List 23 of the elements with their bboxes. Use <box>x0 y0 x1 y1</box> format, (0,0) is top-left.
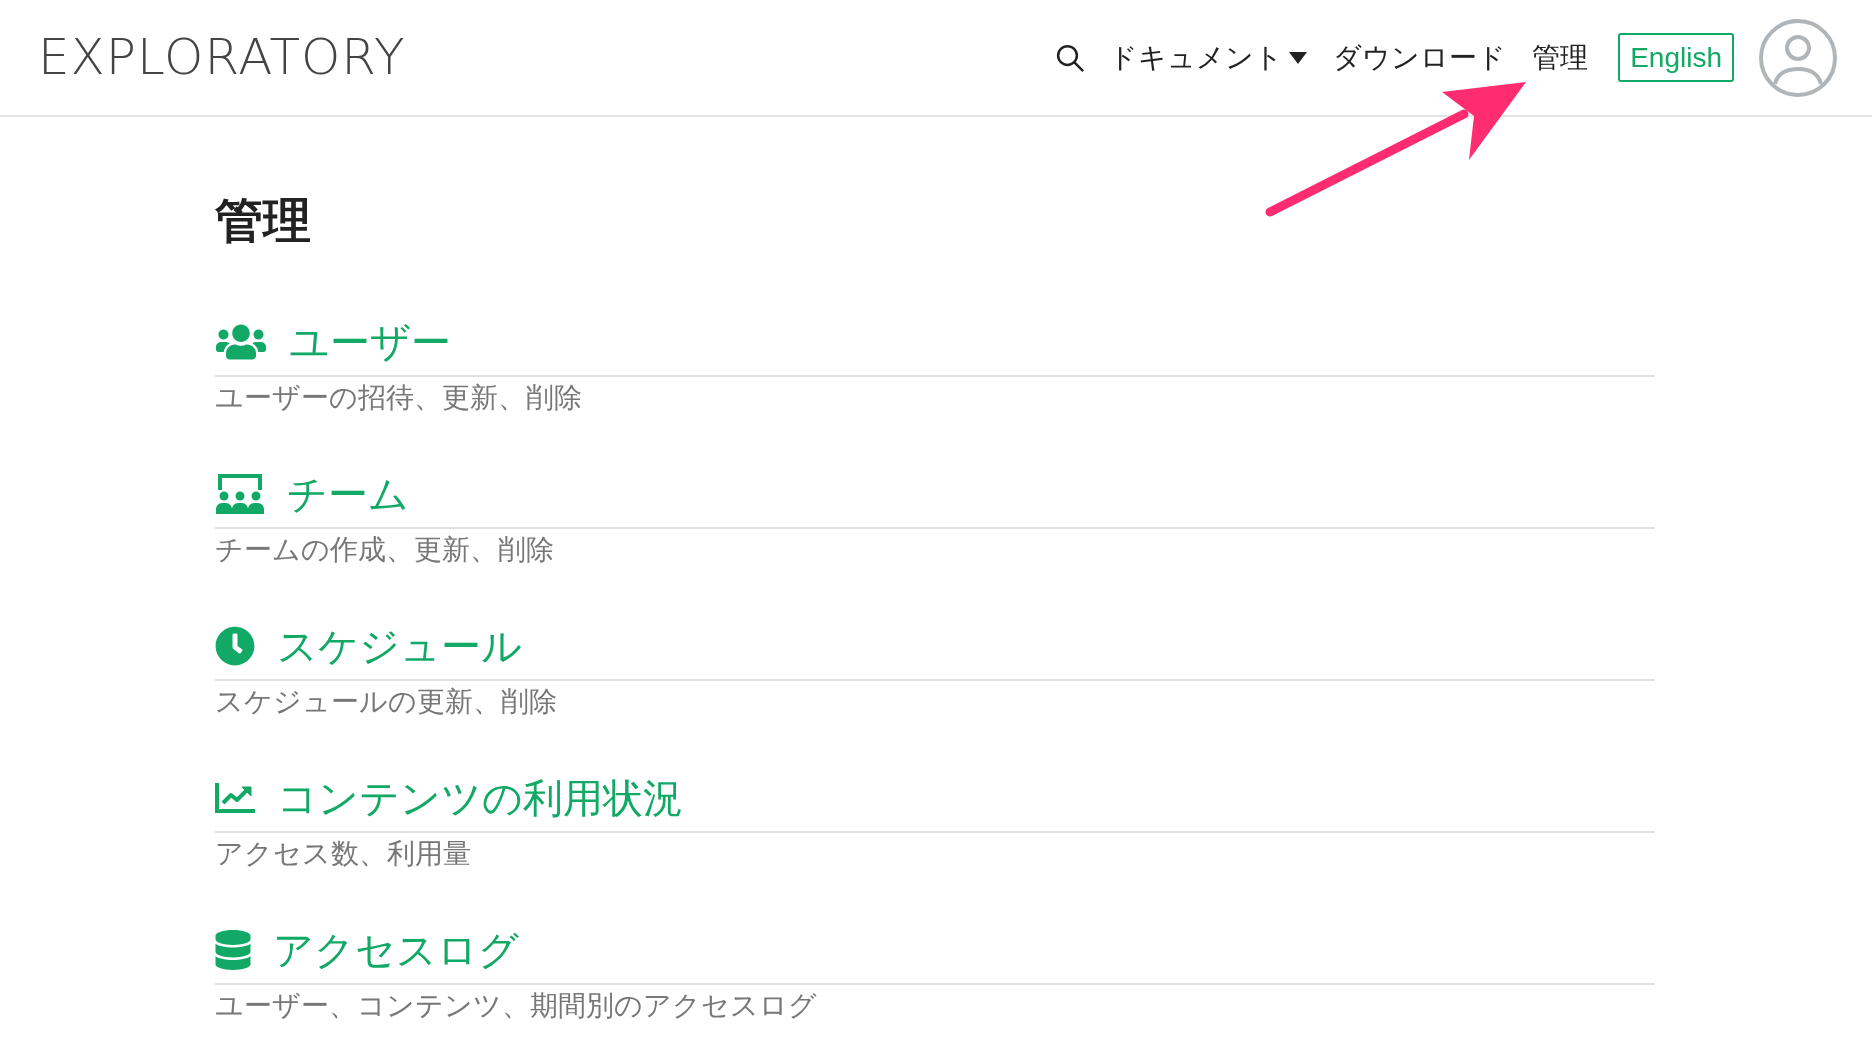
section-link[interactable]: アクセスログ <box>273 923 519 977</box>
section-description: アクセス数、利用量 <box>215 837 472 871</box>
caret-icon <box>1289 51 1308 64</box>
language-button[interactable]: English <box>1618 33 1734 82</box>
section-link[interactable]: コンテンツの利用状況 <box>277 771 683 825</box>
search-icon[interactable] <box>1055 42 1086 73</box>
logo[interactable]: EXPLORATORY <box>38 20 406 95</box>
page-title: 管理 <box>215 197 312 245</box>
section-link[interactable]: ユーザー <box>289 315 451 369</box>
nav-link[interactable]: ダウンロード <box>1333 36 1507 79</box>
section-description: スケジュールの更新、削除 <box>215 685 558 719</box>
chart-icon <box>215 783 255 813</box>
users-icon <box>215 322 267 362</box>
database-icon <box>215 930 251 970</box>
section-link[interactable]: スケジュール <box>277 619 522 673</box>
section-link[interactable]: チーム <box>287 467 409 521</box>
section-description: チームの作成、更新、削除 <box>215 533 555 567</box>
section-description: ユーザー、コンテンツ、期間別のアクセスログ <box>215 989 818 1023</box>
clock-icon <box>215 626 255 666</box>
team-icon <box>215 474 265 514</box>
nav-dropdown[interactable]: ドキュメント <box>1109 36 1308 79</box>
section-description: ユーザーの招待、更新、削除 <box>215 381 583 415</box>
nav-link[interactable]: 管理 <box>1532 36 1589 79</box>
